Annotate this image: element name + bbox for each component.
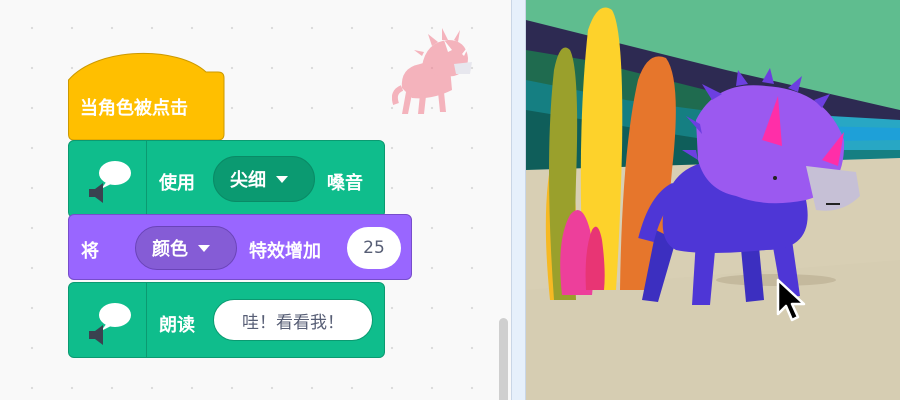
speech-bubble-speaker-icon — [69, 141, 147, 217]
set-voice-prefix: 使用 — [159, 173, 195, 194]
change-effect-block[interactable]: 将 颜色 特效增加 25 — [68, 214, 412, 280]
effect-block-middle: 特效增加 — [249, 241, 321, 262]
set-voice-suffix: 嗓音 — [327, 173, 363, 194]
pane-divider[interactable] — [511, 0, 526, 400]
speak-text-input[interactable]: 哇！看看我！ — [213, 299, 373, 341]
when-sprite-clicked-block[interactable]: 当角色被点击 — [68, 50, 225, 141]
stage[interactable] — [526, 0, 900, 400]
chevron-down-icon — [198, 244, 210, 252]
jungle-backdrop — [526, 0, 900, 400]
triceratops-sprite-icon — [391, 28, 476, 118]
chevron-down-icon — [276, 175, 288, 183]
speak-text-prefix: 朗读 — [159, 315, 195, 336]
effect-dropdown-value: 颜色 — [152, 239, 188, 260]
speak-text-block[interactable]: 朗读 哇！看看我！ — [68, 282, 385, 358]
hat-block-label: 当角色被点击 — [80, 98, 188, 119]
voice-dropdown[interactable]: 尖细 — [213, 156, 315, 202]
mouse-pointer-icon — [776, 278, 806, 322]
effect-dropdown[interactable]: 颜色 — [135, 226, 237, 270]
effect-amount-input[interactable]: 25 — [347, 227, 401, 269]
workspace-scrollbar[interactable] — [499, 318, 508, 400]
code-workspace[interactable]: 当角色被点击 使用 尖细 嗓音 将 颜色 特效增加 25 朗读 哇！看看我！ — [0, 0, 511, 400]
speech-bubble-speaker-icon — [69, 283, 147, 357]
set-voice-block[interactable]: 使用 尖细 嗓音 — [68, 140, 385, 218]
effect-block-prefix: 将 — [81, 241, 99, 262]
voice-dropdown-value: 尖细 — [230, 170, 266, 191]
